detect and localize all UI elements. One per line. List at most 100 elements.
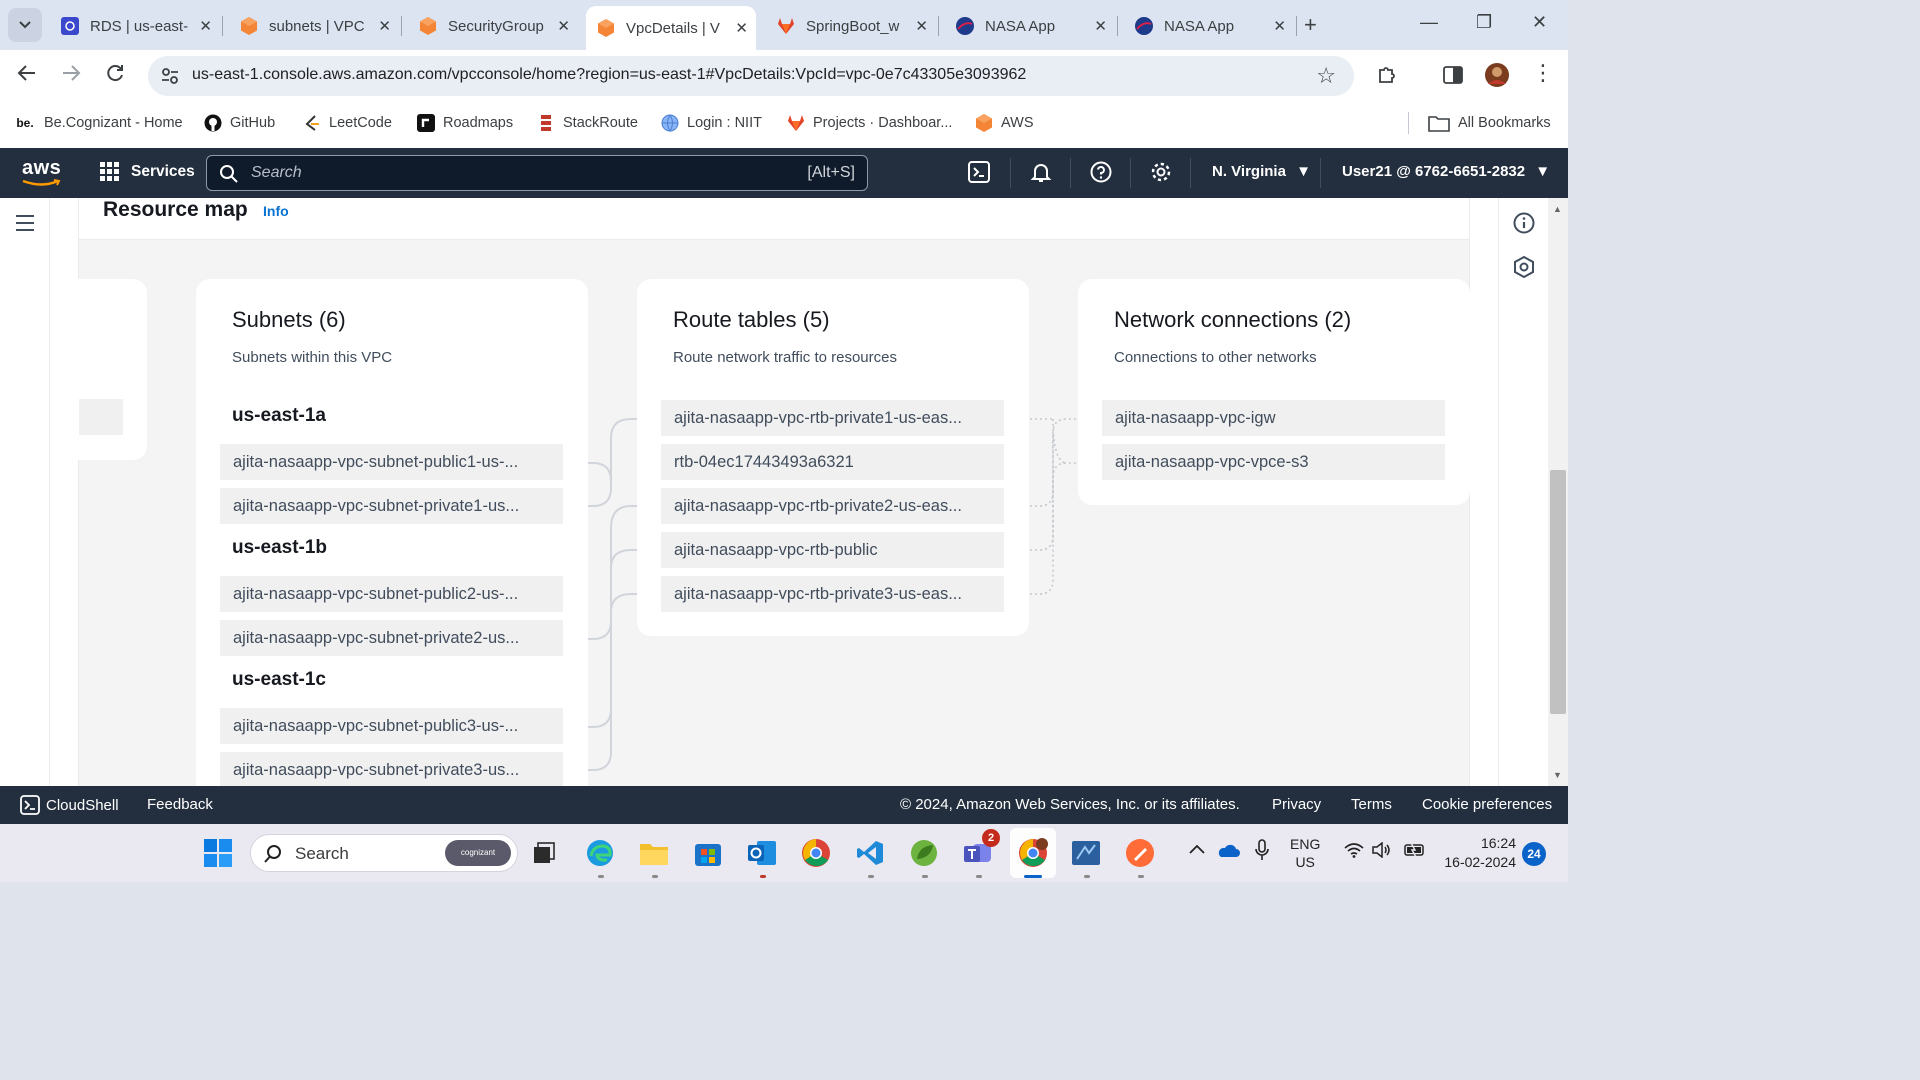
chrome-icon[interactable]	[800, 837, 832, 869]
route-table-item[interactable]: ajita-nasaapp-vpc-rtb-public	[661, 532, 1004, 568]
minimize-button[interactable]: —	[1420, 12, 1438, 33]
cloudshell-button[interactable]: CloudShell	[20, 795, 119, 815]
scrollbar-thumb[interactable]	[1550, 470, 1566, 714]
volume-icon[interactable]	[1372, 841, 1392, 862]
reload-button[interactable]	[104, 62, 126, 90]
info-panel-icon[interactable]	[1513, 212, 1535, 239]
close-icon[interactable]: ✕	[735, 19, 748, 37]
taskbar-search[interactable]: Search cognizant	[250, 834, 518, 872]
close-icon[interactable]: ✕	[199, 17, 212, 35]
browser-tab-subnets[interactable]: subnets | VPC ✕	[229, 6, 399, 46]
gitlab-icon	[776, 16, 796, 36]
resource-explorer-icon[interactable]	[1513, 255, 1535, 283]
vscode-icon[interactable]	[854, 837, 886, 869]
forward-button[interactable]	[60, 62, 82, 90]
close-icon[interactable]: ✕	[915, 17, 928, 35]
route-table-item[interactable]: rtb-04ec17443493a6321	[661, 444, 1004, 480]
browser-tab-springboot[interactable]: SpringBoot_w ✕	[766, 6, 936, 46]
aws-logo[interactable]: aws	[22, 157, 61, 186]
start-button[interactable]	[202, 837, 234, 869]
browser-menu-icon[interactable]: ⋮	[1532, 60, 1554, 86]
network-connection-item[interactable]: ajita-nasaapp-vpc-igw	[1102, 400, 1445, 436]
bookmark-roadmaps[interactable]: Roadmaps	[417, 114, 513, 132]
bookmark-star-icon[interactable]: ☆	[1316, 63, 1336, 89]
route-table-item[interactable]: ajita-nasaapp-vpc-rtb-private1-us-eas...	[661, 400, 1004, 436]
close-icon[interactable]: ✕	[557, 17, 570, 35]
gear-icon[interactable]	[1150, 161, 1172, 188]
route-table-item[interactable]: ajita-nasaapp-vpc-rtb-private3-us-eas...	[661, 576, 1004, 612]
privacy-link[interactable]: Privacy	[1272, 796, 1321, 813]
microphone-icon[interactable]	[1254, 839, 1270, 865]
subnet-item[interactable]: ajita-nasaapp-vpc-subnet-public2-us-...	[220, 576, 563, 612]
side-panel-icon[interactable]	[1442, 64, 1464, 91]
browser-tab-securitygroup[interactable]: SecurityGroup ✕	[408, 6, 578, 46]
postman-icon[interactable]	[1124, 837, 1156, 869]
bookmark-projects[interactable]: Projects · Dashboar...	[787, 114, 952, 132]
bell-icon[interactable]	[1030, 161, 1052, 188]
remote-desktop-icon[interactable]	[1070, 837, 1102, 869]
site-settings-icon[interactable]	[160, 66, 180, 91]
cloudshell-icon[interactable]	[968, 161, 990, 188]
language-indicator[interactable]: ENG US	[1290, 835, 1320, 871]
edge-icon[interactable]	[584, 837, 616, 869]
region-selector[interactable]: N. Virginia ▼	[1212, 163, 1311, 180]
microsoft-store-icon[interactable]	[692, 837, 724, 869]
spring-tools-icon[interactable]	[908, 837, 940, 869]
task-view-icon[interactable]	[528, 837, 560, 869]
account-menu[interactable]: User21 @ 6762-6651-2832 ▼	[1342, 163, 1550, 180]
bookmark-stackroute[interactable]: StackRoute	[537, 114, 638, 132]
network-connections-title: Network connections (2)	[1114, 307, 1352, 332]
browser-tab-nasa-2[interactable]: NASA App ✕	[1124, 6, 1294, 46]
address-bar[interactable]: us-east-1.console.aws.amazon.com/vpccons…	[148, 56, 1354, 96]
browser-tab-rds[interactable]: RDS | us-east- ✕	[50, 6, 220, 46]
services-menu-button[interactable]: Services	[100, 162, 195, 181]
new-tab-button[interactable]: +	[1304, 12, 1317, 38]
bookmark-aws[interactable]: AWS	[975, 114, 1034, 132]
bookmark-leetcode[interactable]: LeetCode	[303, 114, 392, 132]
route-table-item[interactable]: ajita-nasaapp-vpc-rtb-private2-us-eas...	[661, 488, 1004, 524]
back-button[interactable]	[16, 62, 38, 90]
all-bookmarks-button[interactable]: All Bookmarks	[1428, 114, 1551, 132]
bookmark-niit[interactable]: Login : NIIT	[661, 114, 762, 132]
bookmark-be-cognizant[interactable]: be. Be.Cognizant - Home	[14, 114, 182, 132]
onedrive-icon[interactable]	[1216, 842, 1240, 862]
subnet-item[interactable]: ajita-nasaapp-vpc-subnet-private2-us...	[220, 620, 563, 656]
scroll-up-icon[interactable]: ▲	[1553, 204, 1562, 214]
close-icon[interactable]: ✕	[1273, 17, 1286, 35]
vpc-item[interactable]	[79, 399, 123, 435]
scroll-down-icon[interactable]: ▼	[1553, 770, 1562, 780]
page-scrollbar[interactable]: ▲ ▼	[1548, 198, 1568, 786]
aws-search-input[interactable]: Search [Alt+S]	[206, 155, 868, 191]
network-connection-item[interactable]: ajita-nasaapp-vpc-vpce-s3	[1102, 444, 1445, 480]
close-icon[interactable]: ✕	[378, 17, 391, 35]
terms-link[interactable]: Terms	[1351, 796, 1392, 813]
system-clock[interactable]: 16:24 16-02-2024	[1442, 834, 1516, 872]
feedback-link[interactable]: Feedback	[147, 796, 213, 813]
teams-icon[interactable]: 2	[962, 829, 1000, 869]
help-icon[interactable]	[1090, 161, 1112, 188]
close-icon[interactable]: ✕	[1094, 17, 1107, 35]
subnet-item[interactable]: ajita-nasaapp-vpc-subnet-private3-us...	[220, 752, 563, 786]
profile-avatar[interactable]	[1484, 62, 1510, 93]
browser-tab-nasa-1[interactable]: NASA App ✕	[945, 6, 1115, 46]
window-close-button[interactable]: ✕	[1532, 12, 1547, 33]
chrome-profile-icon[interactable]	[1017, 837, 1049, 869]
info-link[interactable]: Info	[263, 203, 289, 219]
chevron-up-icon[interactable]	[1188, 842, 1206, 860]
subnet-item[interactable]: ajita-nasaapp-vpc-subnet-public1-us-...	[220, 444, 563, 480]
tab-search-button[interactable]	[8, 8, 42, 42]
subnet-item[interactable]: ajita-nasaapp-vpc-subnet-public3-us-...	[220, 708, 563, 744]
file-explorer-icon[interactable]	[638, 837, 670, 869]
notification-badge[interactable]: 24	[1522, 842, 1546, 866]
browser-tab-vpcdetails[interactable]: VpcDetails | V ✕	[586, 6, 756, 50]
extensions-icon[interactable]	[1376, 64, 1398, 91]
cookie-preferences-link[interactable]: Cookie preferences	[1422, 796, 1552, 813]
outlook-icon[interactable]	[746, 837, 778, 869]
restore-button[interactable]: ❐	[1476, 12, 1492, 33]
wifi-icon[interactable]	[1344, 842, 1364, 862]
bookmark-github[interactable]: GitHub	[204, 114, 275, 132]
hamburger-menu-icon[interactable]	[15, 214, 35, 237]
battery-icon[interactable]	[1402, 842, 1426, 862]
subnet-item[interactable]: ajita-nasaapp-vpc-subnet-private1-us...	[220, 488, 563, 524]
availability-zone-label: us-east-1a	[232, 405, 326, 426]
